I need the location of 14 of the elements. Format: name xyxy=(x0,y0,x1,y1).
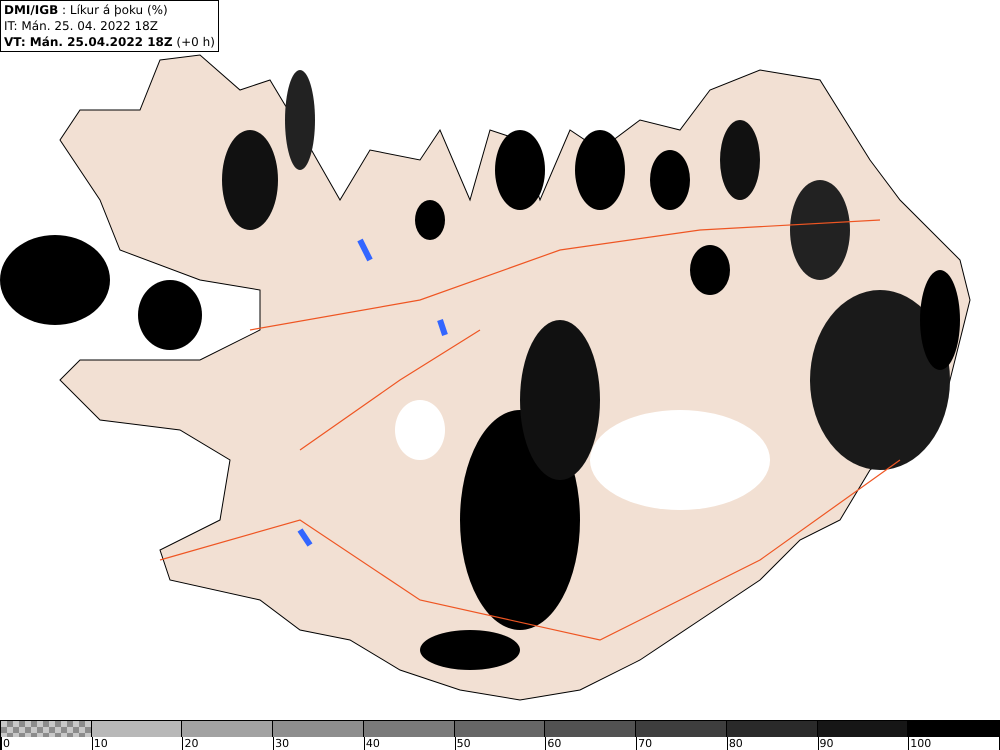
scale-label: 60 xyxy=(545,737,562,750)
scale-label: 70 xyxy=(636,737,652,750)
scale-label: 50 xyxy=(454,737,471,750)
scale-label: 0 xyxy=(1,737,10,750)
scale-label: 100 xyxy=(908,737,932,750)
scale-label: 20 xyxy=(182,737,198,750)
scale-label: 80 xyxy=(726,737,743,750)
scale-label: 90 xyxy=(818,737,834,750)
scale-label: 40 xyxy=(364,737,380,750)
info-text: IT: Mán. 25. 04. 2022 18Z xyxy=(4,18,159,34)
scale-label: 30 xyxy=(273,737,290,750)
info-text: DMI/IGB : Líkur á þoku (%) xyxy=(4,2,169,18)
scale-label: 10 xyxy=(92,737,108,750)
info-text: VT: Mán. 25.04.2022 18Z (+0 h) xyxy=(4,34,215,50)
